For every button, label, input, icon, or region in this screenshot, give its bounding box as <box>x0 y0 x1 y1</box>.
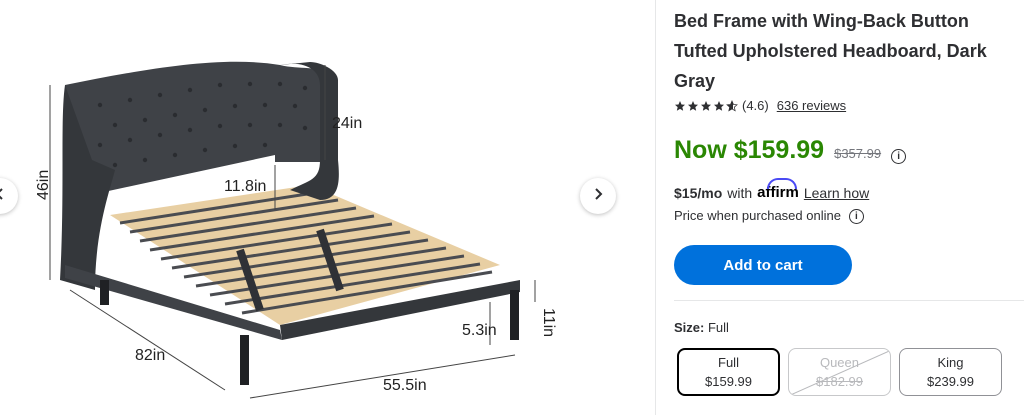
affirm-with: with <box>727 184 753 201</box>
size-option-price: $159.99 <box>705 374 752 389</box>
previous-image-button[interactable] <box>0 178 18 214</box>
bed-leg <box>510 290 519 340</box>
size-option-name: Queen <box>819 355 860 370</box>
size-option-king[interactable]: King $239.99 <box>899 348 1002 396</box>
dim-length: 82in <box>135 347 165 364</box>
bed-leg <box>240 335 249 385</box>
affirm-logo: affirm <box>757 178 799 201</box>
was-price: $357.99 <box>834 146 882 161</box>
next-image-button[interactable] <box>580 178 616 214</box>
size-label-key: Size: <box>674 320 705 335</box>
online-price-note: Price when purchased online i <box>674 208 864 224</box>
size-label: Size: Full <box>674 320 729 335</box>
size-option-name: King <box>937 355 964 370</box>
rating-value: (4.6) <box>742 98 769 113</box>
product-image: 46in 24in 11.8in 11in 5.3in 82in 55.5in <box>35 61 557 399</box>
dim-headboard: 24in <box>332 115 362 132</box>
dim-leg-height: 5.3in <box>462 322 497 339</box>
size-option-name: Full <box>718 355 739 370</box>
add-to-cart-button[interactable]: Add to cart <box>674 245 852 285</box>
monthly-price: $15/mo <box>674 184 723 201</box>
size-option-price: $239.99 <box>927 374 974 389</box>
star-half-icon <box>726 99 738 112</box>
size-option-queen[interactable]: Queen $182.99 <box>788 348 891 396</box>
learn-how-link[interactable]: Learn how <box>804 185 869 201</box>
panel-divider <box>655 0 656 415</box>
product-title: Bed Frame with Wing-Back Button Tufted U… <box>674 11 987 91</box>
star-rating <box>674 99 738 112</box>
info-icon[interactable]: i <box>848 209 864 224</box>
price-row: Now $159.99 $357.99 i <box>674 136 907 165</box>
size-options: Full $159.99 Queen $182.99 King $239.99 <box>677 348 1002 396</box>
image-gallery: 46in 24in 11.8in 11in 5.3in 82in 55.5in <box>0 0 655 415</box>
dim-width: 55.5in <box>383 377 427 394</box>
reviews-link[interactable]: 636 reviews <box>777 98 846 113</box>
star-icon <box>714 100 724 111</box>
dim-height-total: 46in <box>35 170 52 200</box>
bed-leg <box>100 280 109 305</box>
size-label-value: Full <box>707 320 729 335</box>
affirm-row: $15/mo with affirm Learn how <box>674 178 869 201</box>
rating-row: (4.6) 636 reviews <box>674 98 846 113</box>
star-icon <box>688 100 698 111</box>
dim-clearance: 11.8in <box>224 178 266 195</box>
star-icon <box>701 100 711 111</box>
info-icon[interactable]: i <box>891 149 907 164</box>
current-price: Now $159.99 <box>674 136 825 164</box>
chevron-right-icon <box>592 187 604 206</box>
size-option-price: $182.99 <box>816 374 863 389</box>
dim-leg-clearance: 11in <box>540 308 557 337</box>
size-option-full[interactable]: Full $159.99 <box>677 348 780 396</box>
online-note-text: Price when purchased online <box>674 208 841 223</box>
section-divider <box>674 300 1024 301</box>
star-icon <box>675 100 685 111</box>
chevron-left-icon <box>0 187 6 206</box>
